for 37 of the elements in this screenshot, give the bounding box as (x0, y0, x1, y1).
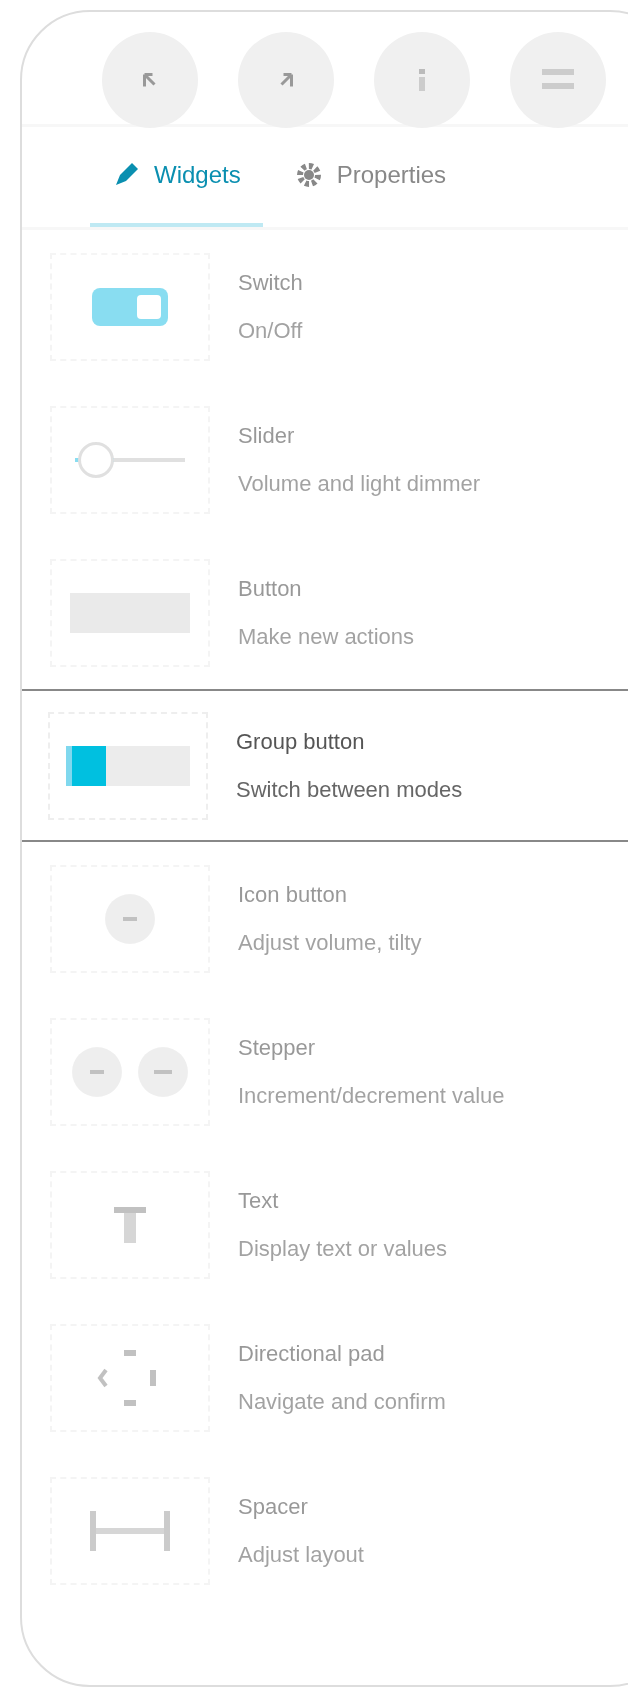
widget-title: Button (238, 575, 303, 602)
widget-description: Display text or values (238, 1235, 448, 1262)
widget-title: Icon button (238, 881, 348, 908)
widget-description: Navigate and confirm (238, 1388, 446, 1415)
widget-item[interactable]: Spacer Adjust layout (22, 1454, 628, 1607)
undo-icon (143, 73, 157, 87)
widget-item[interactable]: Icon button Adjust volume, tilty (22, 842, 628, 995)
widget-title: Group button (236, 728, 366, 755)
spacer-icon (90, 1510, 170, 1551)
widget-title: Spacer (238, 1493, 309, 1520)
widget-item[interactable]: Stepper Increment/decrement value (22, 995, 628, 1148)
gear-icon (294, 161, 323, 189)
widget-title: Switch (238, 269, 303, 296)
info-icon (416, 67, 428, 93)
widget-description: Adjust layout (238, 1541, 364, 1568)
widget-item[interactable]: Slider Volume and light dimmer (22, 383, 628, 536)
widget-title: Slider (238, 422, 296, 449)
widget-description: Adjust volume, tilty (238, 929, 422, 956)
widget-item[interactable]: Button Make new actions (22, 536, 628, 689)
tab[interactable]: Widgets (90, 127, 263, 227)
minus-button-icon (105, 893, 155, 944)
widget-description: Make new actions (238, 623, 415, 650)
widget-description: Increment/decrement value (238, 1082, 505, 1109)
widget-item[interactable]: Text Display text or values (22, 1148, 628, 1301)
widget-item[interactable]: Switch On/Off (22, 230, 628, 383)
widget-description: Volume and light dimmer (238, 470, 481, 497)
segmented-control-icon (66, 745, 190, 786)
widget-title: Text (238, 1187, 280, 1214)
stepper-icon (72, 1046, 188, 1097)
widget-item[interactable]: Group button Switch between modes (22, 689, 628, 842)
widget-title: Stepper (238, 1034, 317, 1061)
widget-title: Directional pad (238, 1340, 386, 1367)
widget-description: Switch between modes (236, 776, 463, 803)
widget-item[interactable]: Directional pad Navigate and confirm (22, 1301, 628, 1454)
tab[interactable]: Properties (272, 127, 469, 227)
widget-description: On/Off (238, 317, 303, 344)
redo-icon (279, 73, 293, 87)
